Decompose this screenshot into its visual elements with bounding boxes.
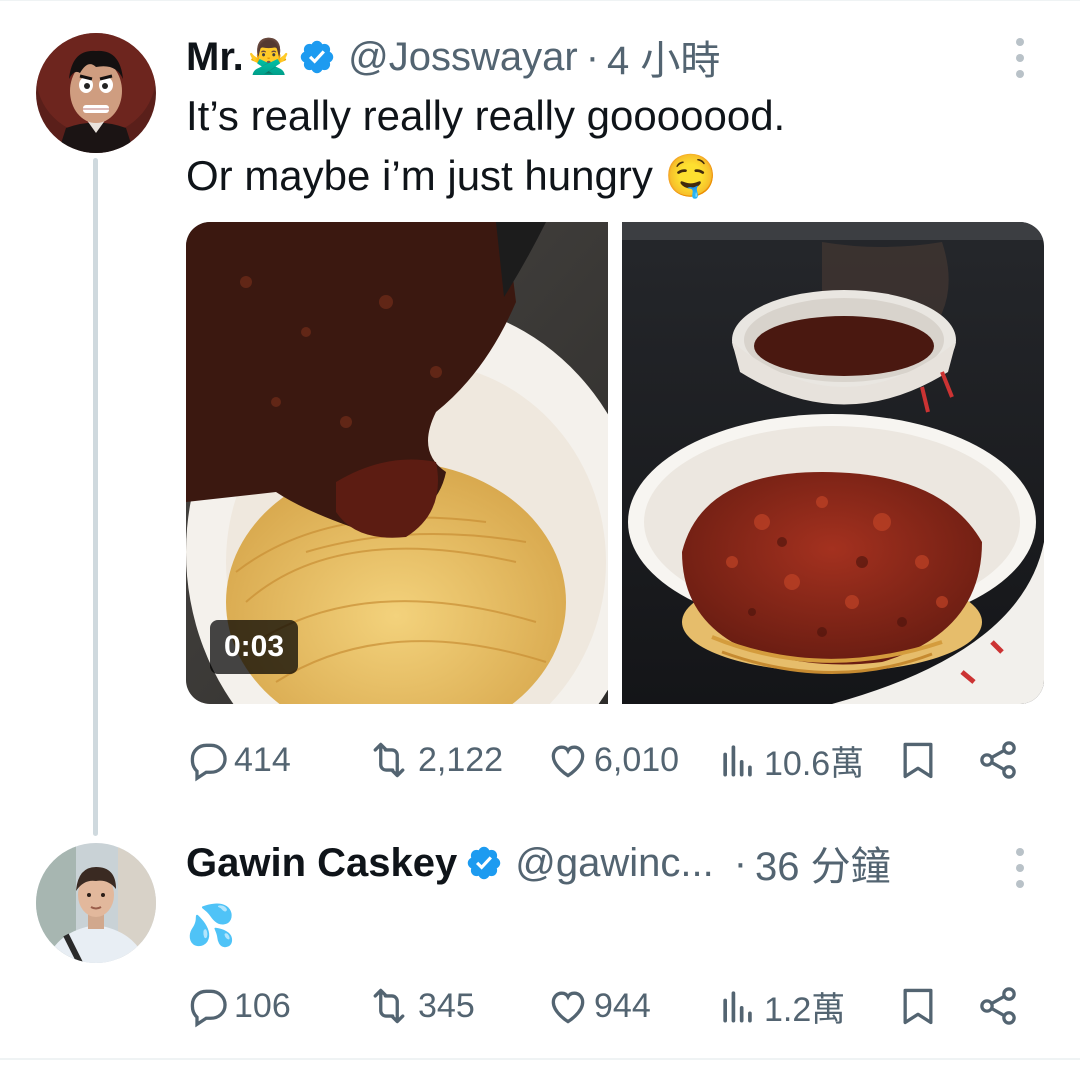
bookmark-icon — [896, 984, 940, 1028]
tweet-text-line: Or maybe i’m just hungry 🤤 — [186, 152, 717, 199]
name-emoji: 🙅‍♂️ — [247, 38, 291, 76]
tweet-text: 💦 — [186, 904, 236, 948]
top-divider — [0, 0, 1080, 1]
tweet-header: Mr. 🙅‍♂️ @Josswayar · 4 小時 — [186, 32, 720, 84]
repost-count: 345 — [418, 986, 475, 1025]
timestamp[interactable]: 4 小時 — [607, 28, 720, 86]
bottom-divider — [0, 1058, 1080, 1060]
like-count: 944 — [594, 986, 651, 1025]
like-button[interactable]: 944 — [546, 981, 651, 1031]
share-icon — [976, 738, 1020, 782]
tweet-photo[interactable] — [622, 222, 1044, 704]
tweet-header: Gawin Caskey @gawinc... · 36 分鐘 — [186, 838, 891, 890]
verified-badge-icon — [298, 38, 336, 76]
share-button[interactable] — [976, 735, 1020, 785]
tweet-text-line: It’s really really really gooooood. — [186, 92, 786, 139]
handle[interactable]: @gawinc... — [515, 841, 713, 886]
reply-count: 106 — [234, 986, 291, 1025]
views-button[interactable]: 10.6萬 — [716, 735, 864, 785]
like-button[interactable]: 6,010 — [546, 735, 679, 785]
views-count: 10.6萬 — [764, 744, 865, 783]
repost-icon — [364, 738, 414, 782]
views-button[interactable]: 1.2萬 — [716, 981, 845, 1031]
reply-icon — [186, 984, 230, 1028]
reply-count: 414 — [234, 740, 291, 779]
repost-count: 2,122 — [418, 740, 504, 779]
avatar[interactable] — [36, 33, 156, 153]
thread-connector-line — [93, 158, 98, 836]
separator-dot: · — [733, 840, 748, 885]
tweet-text: It’s really really really gooooood. Or m… — [186, 86, 785, 206]
tweet-video[interactable]: 0:03 — [186, 222, 608, 704]
verified-badge-icon — [465, 844, 503, 882]
repost-icon — [364, 984, 414, 1028]
bookmark-icon — [896, 738, 940, 782]
video-duration: 0:03 — [210, 620, 299, 674]
views-icon — [716, 984, 760, 1028]
handle[interactable]: @Josswayar — [348, 35, 578, 80]
tweet-actions: 414 2,122 6,010 10.6萬 — [186, 735, 1036, 785]
repost-button[interactable]: 345 — [364, 981, 475, 1031]
tweet-actions: 106 345 944 1.2萬 — [186, 981, 1036, 1031]
heart-icon — [546, 984, 590, 1028]
display-name[interactable]: Mr. — [186, 35, 244, 80]
bookmark-button[interactable] — [896, 981, 940, 1031]
views-icon — [716, 738, 760, 782]
like-count: 6,010 — [594, 740, 680, 779]
separator-dot: · — [585, 34, 600, 79]
views-count: 1.2萬 — [764, 990, 846, 1029]
reply-icon — [186, 738, 230, 782]
repost-button[interactable]: 2,122 — [364, 735, 503, 785]
reply-button[interactable]: 106 — [186, 981, 291, 1031]
heart-icon — [546, 738, 590, 782]
share-button[interactable] — [976, 981, 1020, 1031]
timestamp[interactable]: 36 分鐘 — [755, 834, 891, 892]
avatar[interactable] — [36, 843, 156, 963]
reply-button[interactable]: 414 — [186, 735, 291, 785]
more-vertical-icon[interactable] — [1014, 38, 1026, 78]
bookmark-button[interactable] — [896, 735, 940, 785]
display-name[interactable]: Gawin Caskey — [186, 841, 457, 886]
more-vertical-icon[interactable] — [1014, 848, 1026, 888]
share-icon — [976, 984, 1020, 1028]
